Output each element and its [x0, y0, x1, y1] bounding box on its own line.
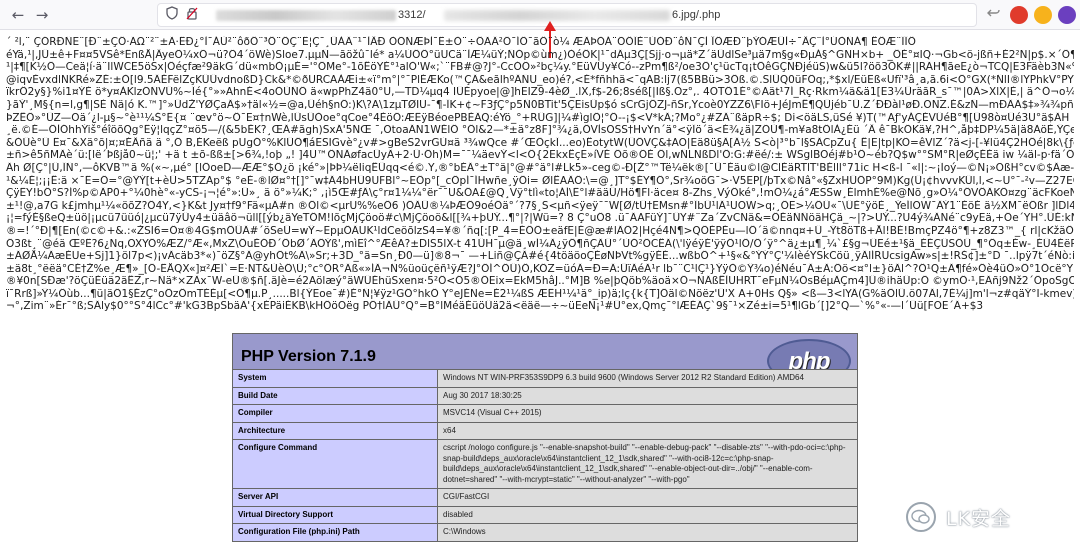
- garbled-line: ±ä8t¸°ëëä°CÉ†Ž%e¸Æ¶»_[Ö-ËÅQX«]¤²ÆÏ`=E·NT…: [6, 262, 1074, 275]
- php-version-title: PHP Version 7.1.9: [241, 348, 376, 365]
- garbled-line: ÞZÊÖ»°ÜZ—Oä´¿l-µ§~°è¹¹¼Š°Ë{¤ ¨œv°ö~Ô¯E¤†…: [6, 111, 1070, 124]
- redacted-url-host: [216, 10, 396, 21]
- phpinfo-key: Configuration File (php.ini) Path: [232, 523, 438, 542]
- url-port-text: 3312/: [398, 9, 426, 21]
- garbled-image-bytes: ´ ²l,¨ ÇÓRÐÑE¨[Ð¨±ÇÔ·ÃΩ¨²¨±Ã·ËÐ¿°Ì¯ÁÙ²¨ô…: [6, 36, 1074, 330]
- garbled-line: ±ÄØÅ¼ÄæÈUe+Sj]1}öl7p<)¡vÄcäb3*«)¯öZ§°Ä@y…: [6, 250, 1074, 263]
- garbled-line: ®=!´°Ð|¶[En(©c©+&.:«ŽSI6=Ö¤®4G$mÖÜÄ#´öSe…: [6, 224, 1074, 237]
- extension-red-icon[interactable]: [1010, 6, 1028, 24]
- not-secure-lock-icon[interactable]: [183, 6, 201, 24]
- garbled-line: @iqvÈvxdlNKRé»ZÉ:±Ò[l9.5ÄÉFëlZçKÜÜvdnoßD…: [6, 73, 1074, 86]
- garbled-line: ´ ²l,¨ ÇÓRÐÑE¨[Ð¨±ÇÔ·ÃΩ¨²¨±Ã·ËÐ¿°Ì¯ÁÙ²¨ô…: [6, 36, 916, 48]
- table-row: System Windows NT WIN-PRF353S9DP9 6.3 bui…: [232, 369, 858, 388]
- watermark: LK安全: [906, 498, 1076, 538]
- table-row: Configure Command cscript /nologo configu…: [232, 439, 858, 489]
- table-row: Architecture x64: [232, 421, 858, 440]
- garbled-line: ¹|‡¶[K½Ö—Ceä¦í·ä¨IlWCE5öSx|Öéçfæ²9äkG´dü…: [6, 61, 1074, 74]
- watermark-text: LK安全: [946, 508, 1012, 530]
- phpinfo-value: cscript /nologo configure.js "--enable-s…: [437, 439, 858, 489]
- phpinfo-key: Architecture: [232, 421, 438, 440]
- garbled-line: ¹&¼É¦;¡¡Ê:ä ×¯Ë=Ö=°@ŸÝ[t+èÜ>5TZAp°$ °eÉ-…: [6, 174, 1074, 187]
- back-arrow-icon[interactable]: ←: [8, 5, 28, 25]
- garbled-line: éYä,¹|,JÜ±ê+F¤¤5VSê*ËnßÅ|ÂyeÕ¼xÕ¬ü?Õ4´öW…: [6, 48, 1074, 61]
- garbled-line: ®¥0n[SÐæ'?öÇüÈüä2äÊZ,r~Ñä*×ZÄx¯W-eÜ®$ñ[.…: [6, 275, 1074, 288]
- url-path-text: 6.jpg/.php: [672, 9, 721, 21]
- wechat-logo-icon: [906, 502, 936, 532]
- phpinfo-value: MSVC14 (Visual C++ 2015): [437, 404, 858, 423]
- garbled-line: ±ñ>ê5ñMÄè´ü:[lë´Þßjå0~ü¦;' +ä t ±õ-ßß±[>…: [6, 149, 1074, 162]
- garbled-line: ¸ë.©É—ÖÌÓhhÝiš°éîöõQg°Ëÿ¦lqçZ°¤ö5—/(&5bÈ…: [6, 124, 1074, 137]
- redacted-url-path: [444, 10, 670, 21]
- garbled-line: Ö3ßt¸¨@éä ŒºË?6¿Nq,OXYÖ%ÆZ/°Æ«,MxZ\ÖuÈÓÐ…: [6, 237, 1074, 250]
- forward-arrow-icon[interactable]: →: [32, 5, 52, 25]
- phpinfo-key: Configure Command: [232, 439, 438, 489]
- browser-toolbar: ← → 3312/ 6.jpg/.php: [0, 0, 1080, 30]
- phpinfo-key: Virtual Directory Support: [232, 505, 438, 524]
- garbled-line: &ÒÜè°Ü Ë¤¯&Xä°õ|¤;¤ÉÂñä ä °,Ö B,ÉKeëß pU…: [6, 136, 1074, 149]
- phpinfo-value: C:\Windows: [437, 523, 858, 542]
- phpinfo-key: Server API: [232, 488, 438, 507]
- garbled-line: ¬°‚Zim¨»Ér¯°ß;SÄly$0°°S°4lCc°#'kG3BpSbäÄ…: [6, 300, 984, 313]
- table-row: Compiler MSVC14 (Visual C++ 2015): [232, 404, 858, 423]
- phpinfo-value: CGI/FastCGI: [437, 488, 858, 507]
- extension-orange-icon[interactable]: [1034, 6, 1052, 24]
- phpinfo-value: disabled: [437, 505, 858, 524]
- phpinfo-key: Build Date: [232, 386, 438, 405]
- phpinfo-value: x64: [437, 421, 858, 440]
- phpinfo-key: Compiler: [232, 404, 438, 423]
- garbled-line: ïkrÔ2y§}%i1¤ÝÈ ö*y¤ÀKlzÕÑVÜ%~Ïé{°»»AhnÉ<…: [6, 86, 1074, 99]
- phpinfo-value: Windows NT WIN-PRF353S9DP9 6.3 build 960…: [437, 369, 858, 388]
- phpinfo-table: System Windows NT WIN-PRF353S9DP9 6.3 bui…: [232, 369, 858, 542]
- undo-icon[interactable]: [984, 5, 1004, 25]
- table-row: Virtual Directory Support disabled: [232, 505, 858, 524]
- garbled-line: ¡¦=fýÉ§ßeQ±üö|¡µcü7üüó|¿µcü7ÿÜy4±üäâö¬ül…: [6, 212, 1074, 225]
- phpinfo-key: System: [232, 369, 438, 388]
- extension-purple-icon[interactable]: [1058, 6, 1076, 24]
- garbled-line: ï¯Rrß]»Ÿ¼Öùb...¶ü|äÖ1§ÉzÇ°oÖzÖmTÉÉµ[<Ö¶µ…: [6, 287, 1074, 300]
- garbled-line: }ãÝ'¸M§{n=l,g¶|SÈ Nä|ó K.™]°»ÜdŽ'YØÇaÄ$»…: [6, 98, 1074, 111]
- garbled-line: ÇÿËY!bÖ°S?Í%p©ÄP0+°¼0hè°«-yCS-¡¬¦é°»:Ü»¸…: [6, 187, 1074, 200]
- table-row: Server API CGI/FastCGI: [232, 488, 858, 507]
- table-row: Build Date Aug 30 2017 18:30:25: [232, 386, 858, 405]
- address-bar[interactable]: 3312/ 6.jpg/.php: [157, 3, 977, 27]
- table-row: Configuration File (php.ini) Path C:\Wind…: [232, 523, 858, 542]
- shield-icon[interactable]: [163, 6, 181, 24]
- garbled-line: Äh Ø[Ç°|Ü,ÏÑ°,—ôKVB™ä %(«~,µé° [lÖoeD—ÆÆ…: [6, 161, 1074, 174]
- phpinfo-value: Aug 30 2017 18:30:25: [437, 386, 858, 405]
- garbled-line: ±¹!@,a7G k£jmhµ¹¼«öõZ?Ö4Y,<}K&t Jy¤†f9°F…: [6, 199, 1074, 212]
